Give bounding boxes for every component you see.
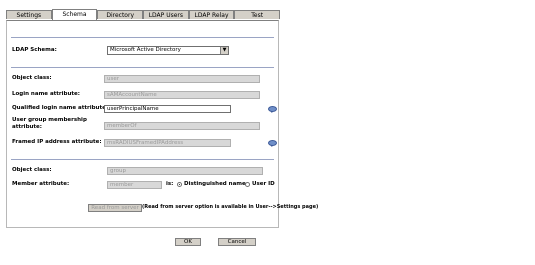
distinguished-name-radio[interactable] — [177, 182, 182, 187]
group-object-class-field[interactable]: group — [107, 167, 263, 175]
group-membership-label: User group membership attribute: — [12, 117, 87, 131]
user-object-class-label: Object class: — [12, 75, 52, 81]
tab-schema[interactable]: Schema — [51, 9, 98, 20]
tab-ldap-relay[interactable]: LDAP Relay — [188, 10, 235, 19]
user-object-class-field[interactable]: user — [104, 75, 260, 83]
login-name-field[interactable]: sAMAccountName — [104, 91, 260, 99]
tab-directory[interactable]: Directory — [97, 10, 144, 19]
login-name-label: Login name attribute: — [12, 91, 80, 97]
divider — [11, 37, 274, 38]
ldap-schema-label: LDAP Schema: — [12, 47, 57, 53]
schema-panel: LDAP Schema: Microsoft Active Directory … — [6, 20, 318, 228]
tab-settings[interactable]: Settings — [6, 10, 52, 19]
cancel-button[interactable]: Cancel — [218, 238, 256, 246]
ldap-schema-select[interactable]: Microsoft Active Directory ▼ — [107, 46, 229, 55]
read-from-server-button[interactable]: Read from server — [88, 204, 142, 212]
user-id-radio[interactable] — [245, 182, 250, 187]
tab-test[interactable]: Test — [234, 10, 281, 19]
qualified-login-label: Qualified login name attribute: — [12, 105, 109, 111]
chevron-down-icon[interactable]: ▼ — [220, 47, 228, 54]
framed-ip-label: Framed IP address attribute: — [12, 139, 102, 145]
group-membership-field[interactable]: memberOf — [104, 122, 260, 130]
divider — [11, 67, 274, 68]
member-attribute-field[interactable]: member — [107, 181, 162, 189]
distinguished-name-label: Distinguished name — [184, 181, 246, 187]
tab-ldap-users[interactable]: LDAP Users — [143, 10, 189, 19]
chat-bubble-icon[interactable] — [268, 106, 277, 113]
member-is-label: is: — [166, 181, 174, 187]
group-membership-label-line1: User group membership — [12, 117, 87, 123]
member-attribute-label: Member attribute: — [12, 181, 70, 187]
group-membership-label-line2: attribute: — [12, 124, 42, 130]
read-from-server-note: (Read from server option is available in… — [142, 204, 319, 210]
ldap-schema-value: Microsoft Active Directory — [110, 47, 181, 53]
framed-ip-field[interactable]: msRADIUSFramedIPAddress — [104, 139, 231, 147]
user-id-label: User ID — [252, 181, 275, 187]
qualified-login-field[interactable]: userPrincipalName — [104, 105, 231, 113]
tab-bar: Settings Schema Directory LDAP Users LDA… — [6, 9, 281, 20]
divider — [11, 159, 274, 160]
group-object-class-label: Object class: — [12, 167, 52, 173]
chat-bubble-icon[interactable] — [268, 140, 277, 147]
ok-button[interactable]: OK — [175, 238, 201, 246]
